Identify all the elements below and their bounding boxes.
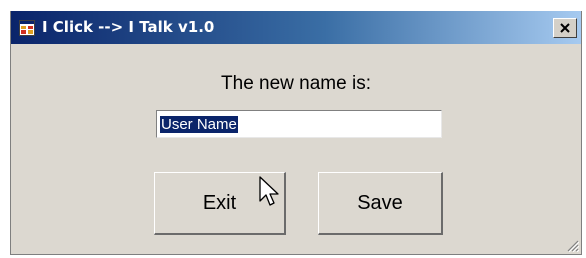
resize-grip-icon[interactable]	[565, 238, 579, 252]
save-button[interactable]: Save	[318, 172, 443, 235]
mouse-pointer-icon	[259, 176, 279, 206]
name-input[interactable]: User Name	[156, 110, 442, 138]
close-icon	[560, 23, 570, 33]
name-input-value: User Name	[160, 115, 238, 133]
window-title: I Click --> I Talk v1.0	[42, 18, 215, 36]
dialog-window: I Click --> I Talk v1.0 The new name is:…	[10, 11, 582, 255]
prompt-label: The new name is:	[221, 73, 371, 94]
app-window-icon	[19, 20, 35, 36]
title-bar[interactable]: I Click --> I Talk v1.0	[11, 11, 581, 44]
close-button[interactable]	[553, 18, 577, 38]
